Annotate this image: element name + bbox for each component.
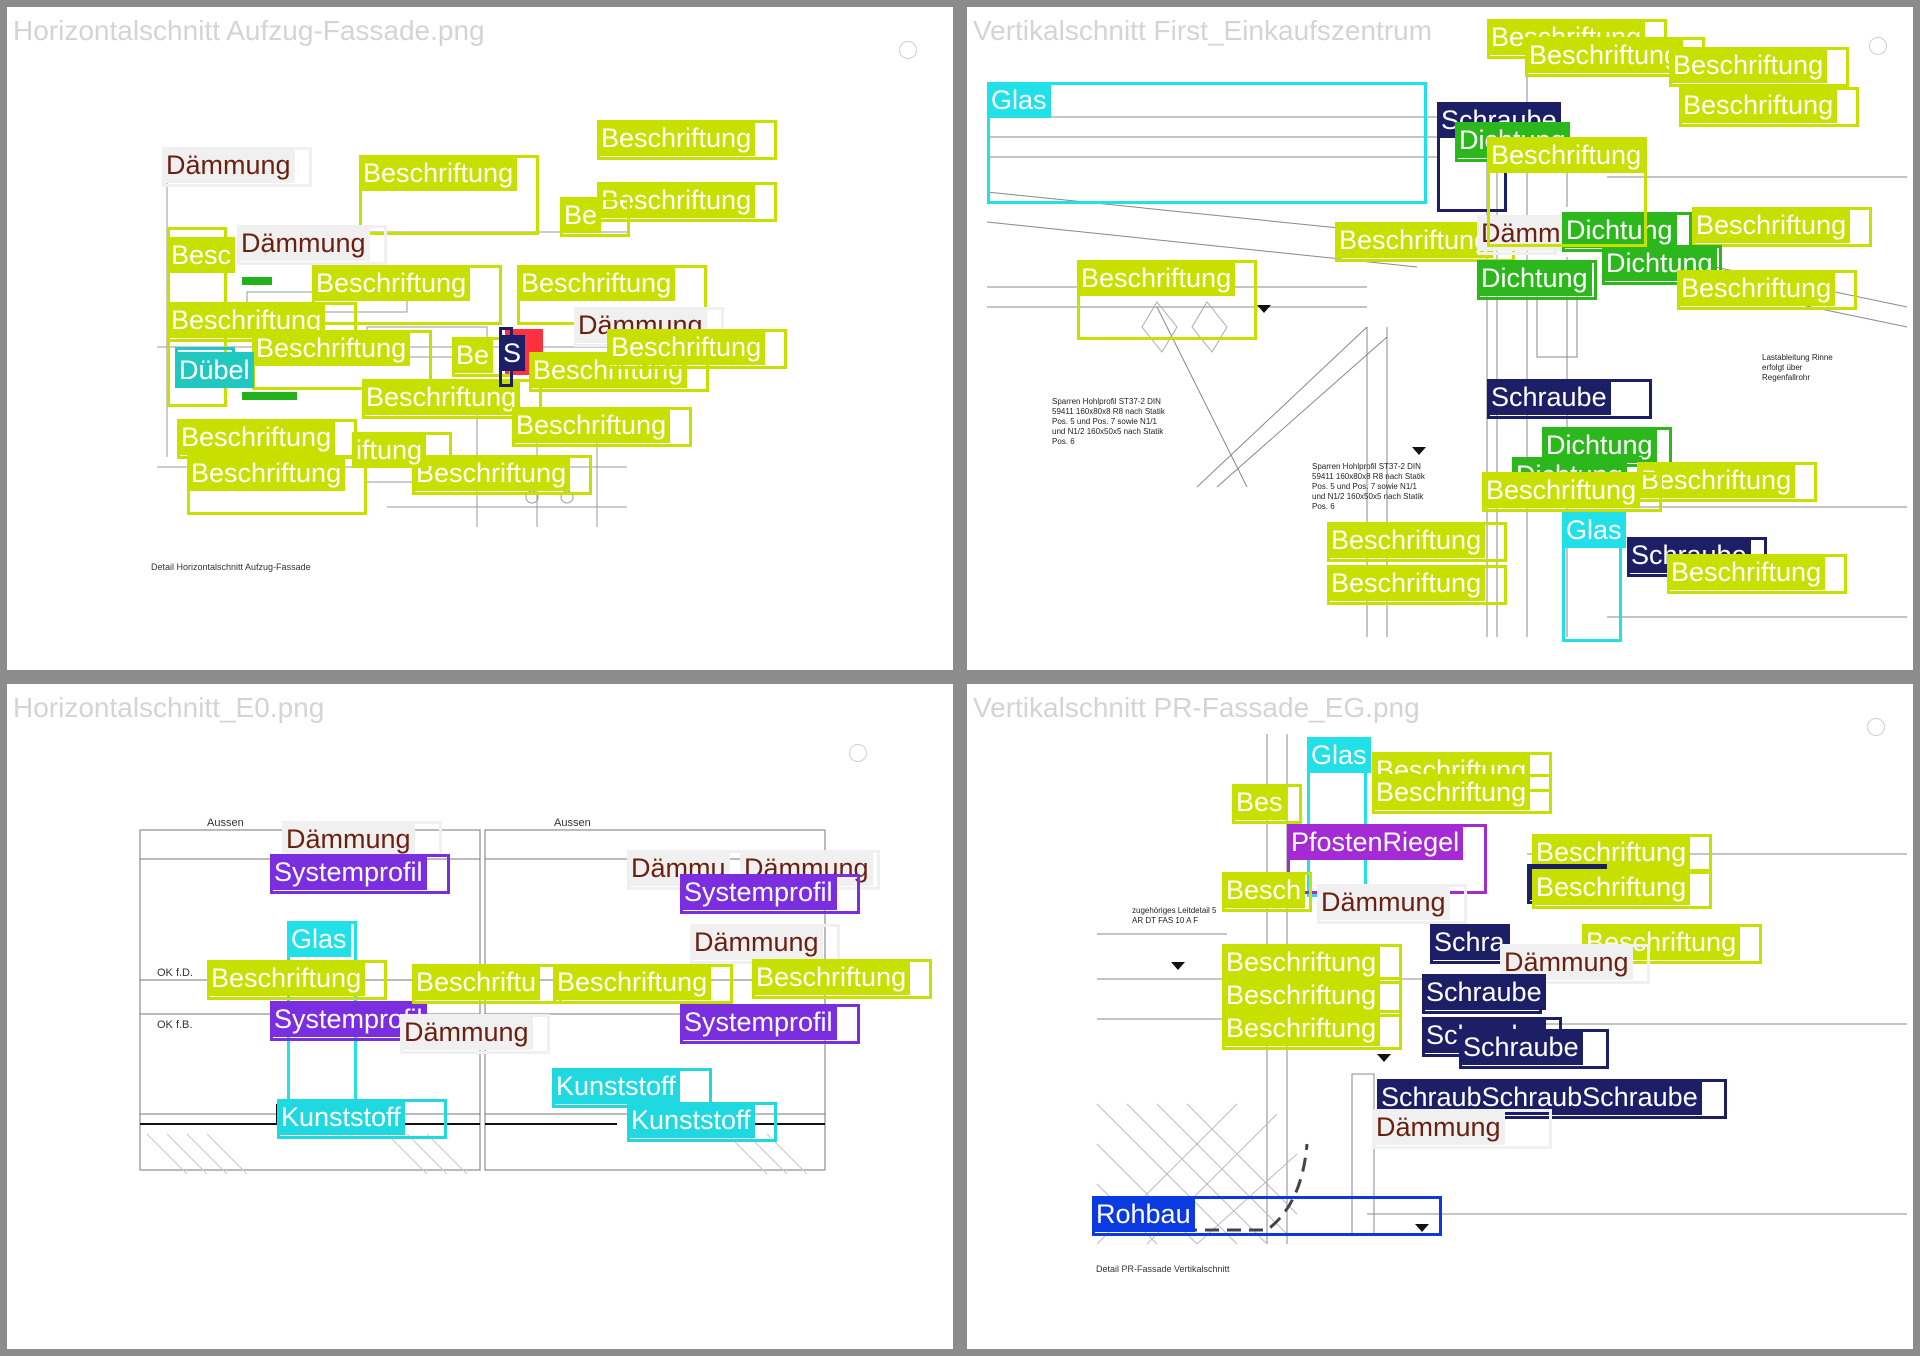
annotation-label-schraube: Schraube [1459,1029,1583,1065]
annotation-label-beschriftung: Beschriftung [1525,37,1684,73]
annotation-label-systemprofil: Systemprofil [680,874,837,910]
annotation-label-daemmung: Dämmung [1372,1109,1505,1145]
annotation-label-daemmung: Dämmung [400,1014,533,1050]
annotation-label-duebel: Dübel [175,352,254,388]
annotation-label-beschriftung: Beschriftung [1669,47,1828,83]
annotation-box-glas [987,82,1427,204]
annotation-label-beschriftung: Beschriftung [752,959,911,995]
annotation-label-beschriftung: Beschriftung [607,329,766,365]
annotation-label-kunststoff: Kunststoff [627,1102,755,1138]
annotation-label-beschriftung: Beschriftung [1372,774,1531,810]
annotation-label-beschriftung: Beschriftung [1692,207,1851,243]
annotation-label-beschriftung: Beschriftung [1327,522,1486,558]
drawing-caption: Detail PR-Fassade Vertikalschnitt [1096,1264,1230,1274]
dim-label: OK f.D. [157,967,194,979]
annotation-label-beschriftung: Beschriftung [187,455,346,491]
annotation-label-daemmung: Dämmung [237,225,370,261]
annotation-label-beschriftung: Besch [1222,872,1306,908]
annotation-label-beschriftung: Beschriftung [252,330,411,366]
dim-label: OK f.B. [157,1019,193,1031]
drawing-note: Sparren Hohlprofil ST37-2 DIN 59411 160x… [1312,462,1425,511]
annotation-label-glas: Glas [1307,737,1371,773]
annotation-label-schraube: Schraube [1422,974,1546,1010]
dim-label: Aussen [207,817,244,829]
annotation-label-glas: Glas [287,921,351,957]
annotation-label-schraube: Schraube [1487,379,1611,415]
annotation-label-beschriftung: Beschriftung [359,155,518,191]
annotation-label-beschriftung: Beschriftung [553,964,712,1000]
annotation-label-beschriftung: Beschriftung [177,419,336,455]
annotation-label-beschriftung: Beschriftung [1677,270,1836,306]
annotation-label-beschriftung: Beschriftung [362,379,521,415]
annotation-label-beschriftung: Beschriftung [1077,260,1236,296]
annotation-label-kunststoff: Kunststoff [277,1099,405,1135]
annotation-label-kunststoff: Kunststoff [552,1068,680,1104]
annotation-label-systemprofil: Systemprofil [270,854,427,890]
annotation-label-beschriftung: Beschriftung [1679,87,1838,123]
drawing-caption: Detail Horizontalschnitt Aufzug-Fassade [151,562,311,572]
annotation-label-daemmung: Dämmung [1317,884,1450,920]
annotation-label-beschriftung: Bes [1232,784,1287,820]
annotation-label-beschriftung: Beschriftung [1222,944,1381,980]
annotation-label-beschriftung: Beschriftung [207,960,366,996]
drawing-note: Lastableitung Rinne erfolgt über Regenfa… [1762,353,1833,382]
annotation-label-rohbau: Rohbau [1092,1196,1195,1232]
annotation-label-daemmung: Dämmung [690,924,823,960]
annotation-label-daemmung: Dämmung [282,821,415,857]
annotation-label-beschriftung: Beschriftung [517,265,676,301]
annotation-label-beschriftung: iftung [352,432,427,468]
annotation-label-pfosten-riegel: PfostenRiegel [1287,824,1464,860]
drawing-note: Sparren Hohlprofil ST37-2 DIN 59411 160x… [1052,397,1165,446]
annotation-label-daemmung: Dämmung [162,147,295,183]
annotation-label-schraube: S [499,335,526,371]
annotation-label-glas: Glas [987,82,1051,118]
dim-label: Aussen [554,817,591,829]
annotation-label-beschriftung: Be [560,197,602,233]
annotation-label-beschriftung: Beschriftung [1482,472,1641,508]
annotation-label-glas: Glas [1562,512,1626,548]
annotation-label-beschriftung: Beschriftung [1222,977,1381,1013]
annotation-label-dichtung: Dichtung [1477,260,1592,296]
annotation-label-systemprofil: Systemprofil [680,1004,837,1040]
annotation-label-beschriftung: Beschriftung [1335,222,1494,258]
annotation-label-beschriftung: Beschriftung [597,120,756,156]
annotation-label-beschriftung: Beschriftung [1667,554,1826,590]
annotation-label-beschriftung: Beschriftung [1327,565,1486,601]
annotation-label-beschriftung: Beschriftung [1532,869,1691,905]
annotation-label-beschriftung: Beschriftu [412,964,541,1000]
annotation-label-beschriftung: Beschriftung [1222,1010,1381,1046]
annotation-label-beschriftung: Beschriftung [312,265,471,301]
annotation-label-beschriftung: Beschriftung [1487,137,1646,173]
drawing-note: zugehöriges Leitdetail 5 AR DT FAS 10 A … [1132,906,1217,925]
annotation-label-schraube: Schra [1430,924,1509,960]
annotation-label-beschriftung: Beschriftung [512,407,671,443]
annotation-label-beschriftung: Be [452,337,494,373]
annotation-label-beschriftung: Besc [167,237,236,273]
